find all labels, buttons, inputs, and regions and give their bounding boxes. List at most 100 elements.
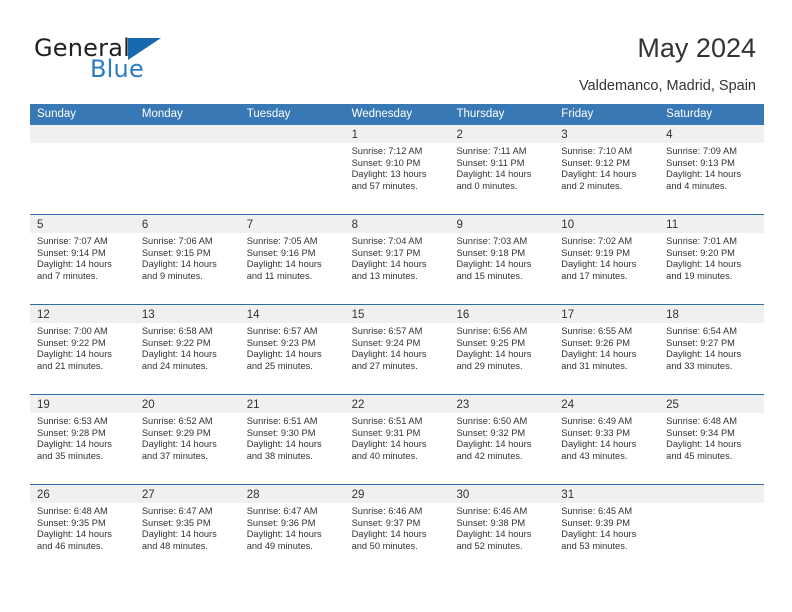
daylight-text-line1: Daylight: 14 hours xyxy=(666,169,742,180)
day-cell[interactable]: 12 Sunrise: 7:00 AM Sunset: 9:22 PM Dayligh… xyxy=(30,305,135,394)
day-cell[interactable]: 11 Sunrise: 7:01 AM Sunset: 9:20 PM Dayligh… xyxy=(659,215,765,304)
sunrise-text: Sunrise: 6:57 AM xyxy=(246,326,318,336)
daylight-text-line2: and 35 minutes. xyxy=(37,450,104,461)
day-cell[interactable]: 6 Sunrise: 7:06 AM Sunset: 9:15 PM Daylight… xyxy=(134,215,240,304)
daylight-text-line1: Daylight: 14 hours xyxy=(141,529,217,540)
sunrise-text: Sunrise: 7:01 AM xyxy=(666,236,737,246)
sunrise-text: Sunrise: 7:07 AM xyxy=(37,236,108,246)
weekday-header-tuesday: Tuesday xyxy=(246,108,291,120)
sunset-text: Sunset: 9:27 PM xyxy=(666,337,735,348)
daylight-text-line1: Daylight: 14 hours xyxy=(351,439,427,450)
day-cell[interactable]: 21 Sunrise: 6:51 AM Sunset: 9:30 PM Dayligh… xyxy=(239,395,345,484)
day-cell[interactable]: 23 Sunrise: 6:50 AM Sunset: 9:32 PM Dayligh… xyxy=(449,395,555,484)
day-cell[interactable]: 15 Sunrise: 6:57 AM Sunset: 9:24 PM Dayligh… xyxy=(344,305,450,394)
day-number: 19 xyxy=(37,399,50,411)
day-cell[interactable]: 16 Sunrise: 6:56 AM Sunset: 9:25 PM Dayligh… xyxy=(449,305,555,394)
daylight-text-line1: Daylight: 14 hours xyxy=(456,169,532,180)
weekday-header-wednesday: Wednesday xyxy=(351,108,413,120)
daylight-text-line1: Daylight: 14 hours xyxy=(561,349,637,360)
day-cell[interactable]: 8 Sunrise: 7:04 AM Sunset: 9:17 PM Daylight… xyxy=(344,215,450,304)
day-cell[interactable]: 25 Sunrise: 6:48 AM Sunset: 9:34 PM Dayligh… xyxy=(659,395,765,484)
day-number: 18 xyxy=(666,309,679,321)
sunrise-text: Sunrise: 6:47 AM xyxy=(246,506,318,516)
day-sun-info: Sunrise: 6:47 AM Sunset: 9:35 PM Daylight:… xyxy=(135,503,240,552)
sunset-text: Sunset: 9:29 PM xyxy=(141,427,211,438)
day-cell[interactable]: 29 Sunrise: 6:46 AM Sunset: 9:37 PM Dayligh… xyxy=(344,485,450,574)
daylight-text-line2: and 49 minutes. xyxy=(246,540,313,551)
day-cell[interactable]: 4 Sunrise: 7:09 AM Sunset: 9:13 PM Daylight… xyxy=(659,125,765,214)
daylight-text-line1: Daylight: 14 hours xyxy=(246,439,322,450)
day-number-band: 20 xyxy=(134,395,240,413)
day-cell[interactable]: 14 Sunrise: 6:57 AM Sunset: 9:23 PM Dayligh… xyxy=(239,305,345,394)
daylight-text-line2: and 2 minutes. xyxy=(561,180,623,191)
day-number-band: 7 xyxy=(239,215,345,233)
daylight-text-line1: Daylight: 14 hours xyxy=(561,529,637,540)
daylight-text-line2: and 21 minutes. xyxy=(37,360,104,371)
daylight-text-line2: and 52 minutes. xyxy=(456,540,523,551)
day-number-band: 23 xyxy=(449,395,555,413)
daylight-text-line2: and 37 minutes. xyxy=(141,450,209,461)
day-number-band xyxy=(239,125,345,143)
day-cell[interactable]: 7 Sunrise: 7:05 AM Sunset: 9:16 PM Daylight… xyxy=(239,215,345,304)
day-cell[interactable]: 20 Sunrise: 6:52 AM Sunset: 9:29 PM Dayligh… xyxy=(134,395,240,484)
day-sun-info: Sunrise: 6:51 AM Sunset: 9:31 PM Daylight:… xyxy=(345,413,450,462)
day-number: 15 xyxy=(351,309,365,321)
day-number-band: 9 xyxy=(449,215,555,233)
day-cell[interactable]: 5 Sunrise: 7:07 AM Sunset: 9:14 PM Daylight… xyxy=(30,215,135,304)
day-cell[interactable]: 3 Sunrise: 7:10 AM Sunset: 9:12 PM Daylight… xyxy=(554,125,660,214)
sunrise-text: Sunrise: 7:03 AM xyxy=(456,236,528,246)
day-cell[interactable]: 28 Sunrise: 6:47 AM Sunset: 9:36 PM Dayligh… xyxy=(239,485,345,574)
day-number-band xyxy=(30,125,135,143)
general-blue-logo[interactable]: General Blue xyxy=(34,34,274,88)
daylight-text-line1: Daylight: 14 hours xyxy=(666,349,742,360)
daylight-text-line2: and 24 minutes. xyxy=(141,360,209,371)
daylight-text-line1: Daylight: 14 hours xyxy=(141,439,217,450)
day-number-band: 31 xyxy=(554,485,660,503)
day-sun-info: Sunrise: 6:58 AM Sunset: 9:22 PM Daylight:… xyxy=(135,323,240,372)
daylight-text-line1: Daylight: 14 hours xyxy=(141,259,217,270)
daylight-text-line2: and 48 minutes. xyxy=(141,540,209,551)
day-sun-info: Sunrise: 6:52 AM Sunset: 9:29 PM Daylight:… xyxy=(135,413,240,462)
day-number: 1 xyxy=(351,129,358,141)
day-cell[interactable]: 27 Sunrise: 6:47 AM Sunset: 9:35 PM Dayligh… xyxy=(134,485,240,574)
day-number: 25 xyxy=(666,399,679,411)
sunset-text: Sunset: 9:38 PM xyxy=(456,517,526,528)
day-cell[interactable]: 22 Sunrise: 6:51 AM Sunset: 9:31 PM Dayligh… xyxy=(344,395,450,484)
day-number-band: 22 xyxy=(344,395,450,413)
daylight-text-line1: Daylight: 14 hours xyxy=(351,349,427,360)
sunset-text: Sunset: 9:34 PM xyxy=(666,427,735,438)
sunrise-text: Sunrise: 6:54 AM xyxy=(666,326,737,336)
day-cell[interactable]: 19 Sunrise: 6:53 AM Sunset: 9:28 PM Dayligh… xyxy=(30,395,135,484)
day-cell[interactable]: 2 Sunrise: 7:11 AM Sunset: 9:11 PM Daylight… xyxy=(449,125,555,214)
daylight-text-line2: and 50 minutes. xyxy=(351,540,418,551)
daylight-text-line2: and 40 minutes. xyxy=(351,450,418,461)
day-number: 30 xyxy=(456,489,470,501)
day-cell[interactable]: 18 Sunrise: 6:54 AM Sunset: 9:27 PM Dayligh… xyxy=(659,305,765,394)
day-cell[interactable]: 24 Sunrise: 6:49 AM Sunset: 9:33 PM Dayligh… xyxy=(554,395,660,484)
sunrise-text: Sunrise: 7:04 AM xyxy=(351,236,423,246)
day-number-band: 30 xyxy=(449,485,555,503)
page-subtitle: Valdemanco, Madrid, Spain xyxy=(578,78,756,94)
day-cell[interactable]: 1 Sunrise: 7:12 AM Sunset: 9:10 PM Daylight… xyxy=(344,125,450,214)
daylight-text-line1: Daylight: 14 hours xyxy=(246,349,322,360)
day-number: 11 xyxy=(666,219,679,231)
day-cell[interactable]: 13 Sunrise: 6:58 AM Sunset: 9:22 PM Dayligh… xyxy=(134,305,240,394)
sunset-text: Sunset: 9:17 PM xyxy=(351,247,421,258)
day-cell[interactable]: 26 Sunrise: 6:48 AM Sunset: 9:35 PM Dayligh… xyxy=(30,485,135,574)
day-sun-info: Sunrise: 7:03 AM Sunset: 9:18 PM Daylight:… xyxy=(449,233,554,282)
weekday-header-sunday: Sunday xyxy=(37,108,77,120)
day-cell[interactable]: 10 Sunrise: 7:02 AM Sunset: 9:19 PM Dayligh… xyxy=(554,215,660,304)
day-sun-info: Sunrise: 6:51 AM Sunset: 9:30 PM Daylight:… xyxy=(240,413,345,462)
day-sun-info: Sunrise: 6:47 AM Sunset: 9:36 PM Daylight:… xyxy=(240,503,345,552)
day-cell[interactable]: 31 Sunrise: 6:45 AM Sunset: 9:39 PM Dayligh… xyxy=(554,485,660,574)
day-cell-empty xyxy=(239,125,345,214)
day-number-band: 8 xyxy=(344,215,450,233)
day-cell[interactable]: 9 Sunrise: 7:03 AM Sunset: 9:18 PM Daylight… xyxy=(449,215,555,304)
sunrise-text: Sunrise: 6:53 AM xyxy=(37,416,108,426)
daylight-text-line2: and 19 minutes. xyxy=(666,270,733,281)
day-sun-info: Sunrise: 6:48 AM Sunset: 9:35 PM Daylight:… xyxy=(30,503,135,552)
day-cell[interactable]: 17 Sunrise: 6:55 AM Sunset: 9:26 PM Dayligh… xyxy=(554,305,660,394)
day-number-band: 21 xyxy=(239,395,345,413)
daylight-text-line1: Daylight: 14 hours xyxy=(561,439,637,450)
day-cell[interactable]: 30 Sunrise: 6:46 AM Sunset: 9:38 PM Dayligh… xyxy=(449,485,555,574)
